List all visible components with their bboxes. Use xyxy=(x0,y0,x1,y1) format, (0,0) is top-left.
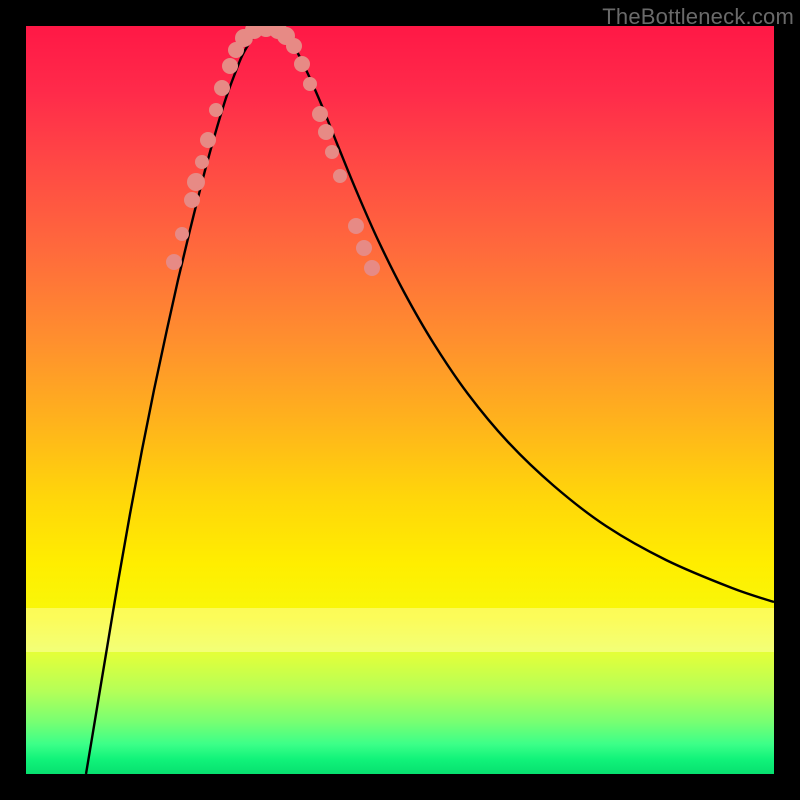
dot xyxy=(303,77,317,91)
dot xyxy=(364,260,380,276)
bottleneck-curve xyxy=(86,28,774,774)
chart-frame xyxy=(26,26,774,774)
dot xyxy=(222,58,238,74)
dot xyxy=(356,240,372,256)
dot xyxy=(195,155,209,169)
dot xyxy=(325,145,339,159)
dot xyxy=(318,124,334,140)
bottleneck-plot xyxy=(26,26,774,774)
dot xyxy=(312,106,328,122)
curve-dots xyxy=(166,26,380,276)
dot xyxy=(175,227,189,241)
dot xyxy=(294,56,310,72)
dot xyxy=(333,169,347,183)
dot xyxy=(187,173,205,191)
dot xyxy=(209,103,223,117)
watermark-text: TheBottleneck.com xyxy=(602,4,794,30)
dot xyxy=(286,38,302,54)
dot xyxy=(184,192,200,208)
dot xyxy=(348,218,364,234)
dot xyxy=(166,254,182,270)
dot xyxy=(200,132,216,148)
dot xyxy=(214,80,230,96)
